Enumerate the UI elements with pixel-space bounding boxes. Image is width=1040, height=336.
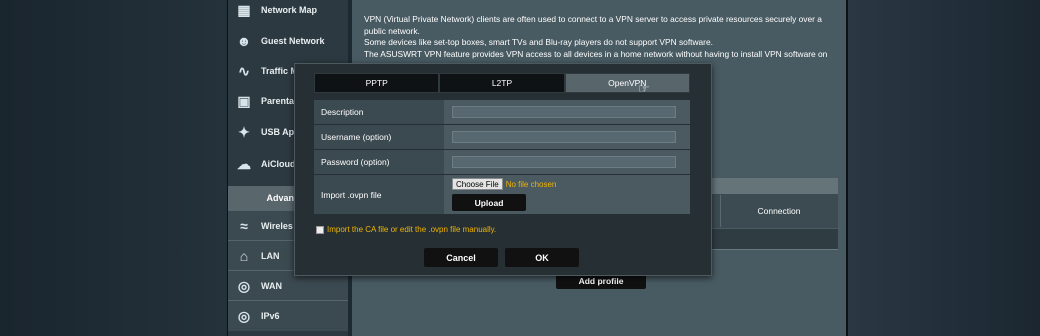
import-ovpn-label: Import .ovpn file [314,175,444,214]
right-background [848,0,1040,336]
password-field-cell [444,150,690,174]
intro-line: Some devices like set-top boxes, smart T… [364,37,713,48]
sidebar-item-label: WAN [261,281,282,291]
network-map-icon: ▦ [237,1,251,18]
tab-l2tp[interactable]: L2TP [439,73,565,93]
intro-line: VPN (Virtual Private Network) clients ar… [364,14,822,24]
vpn-profile-dialog: PPTP L2TP OpenVPN ☞ Description Username… [294,63,712,276]
sidebar-item-label: Parental [261,96,297,106]
username-label: Username (option) [314,125,444,149]
wireless-icon: ≈ [240,218,248,234]
intro-line: public network. [364,25,420,36]
frame-edge-right [846,0,848,336]
sidebar-item-guest-network[interactable]: ☻ Guest Network [228,26,348,56]
usb-puzzle-icon: ✦ [238,123,250,140]
sidebar-item-label: Traffic M [261,66,299,76]
guest-network-icon: ☻ [236,33,252,49]
left-background [0,0,228,336]
password-label: Password (option) [314,150,444,174]
username-field-cell [444,125,690,149]
sidebar-item-label: Guest Network [261,36,325,46]
import-ovpn-row: Import .ovpn file Choose File No file ch… [314,175,690,214]
tab-pptp[interactable]: PPTP [314,73,440,93]
import-ovpn-cell: Choose File No file chosen Upload [444,175,690,214]
ipv6-globe-icon: ◎ [237,307,251,324]
no-file-chosen-text: No file chosen [505,179,557,189]
traffic-manager-icon: ∿ [238,62,250,79]
mouse-pointer-icon: ☞ [638,81,650,96]
sidebar-item-network-map[interactable]: ▦ Network Map [228,0,348,25]
connection-column-header: Connection [720,195,837,227]
tab-openvpn[interactable]: OpenVPN [564,73,690,93]
parental-lock-icon: ▣ [237,92,251,109]
ca-import-checkbox[interactable] [316,225,324,234]
aicloud-icon: ☁ [237,155,251,172]
description-input[interactable] [452,106,676,118]
sidebar-item-ipv6[interactable]: ◎ IPv6 [228,300,348,331]
ca-import-label: Import the CA file or edit the .ovpn fil… [327,225,497,234]
choose-file-button[interactable]: Choose File [452,178,503,190]
description-label: Description [314,100,444,124]
password-row: Password (option) [314,150,690,174]
lan-home-icon: ⌂ [239,248,249,264]
upload-button[interactable]: Upload [452,194,526,211]
vpn-intro-text: VPN (Virtual Private Network) clients ar… [364,14,840,60]
intro-line: The ASUSWRT VPN feature provides VPN acc… [364,48,828,59]
sidebar-item-label: AiCloud [261,159,296,169]
description-field-cell [444,100,690,124]
sidebar-item-label: Network Map [261,5,318,15]
ok-button[interactable]: OK [505,248,579,267]
sidebar-item-label: IPv6 [261,311,280,321]
sidebar-item-label: Wireles [261,221,293,231]
vpn-type-tabs: PPTP L2TP OpenVPN [314,73,690,93]
username-input[interactable] [452,131,676,143]
description-row: Description [314,100,690,124]
username-row: Username (option) [314,125,690,149]
ca-import-option: Import the CA file or edit the .ovpn fil… [316,225,496,234]
sidebar-item-label: LAN [261,251,280,261]
sidebar-item-label: USB Ap [261,127,295,137]
wan-globe-icon: ◎ [237,277,251,294]
password-input[interactable] [452,156,676,168]
cancel-button[interactable]: Cancel [424,248,498,267]
file-picker: Choose File No file chosen [452,178,556,190]
